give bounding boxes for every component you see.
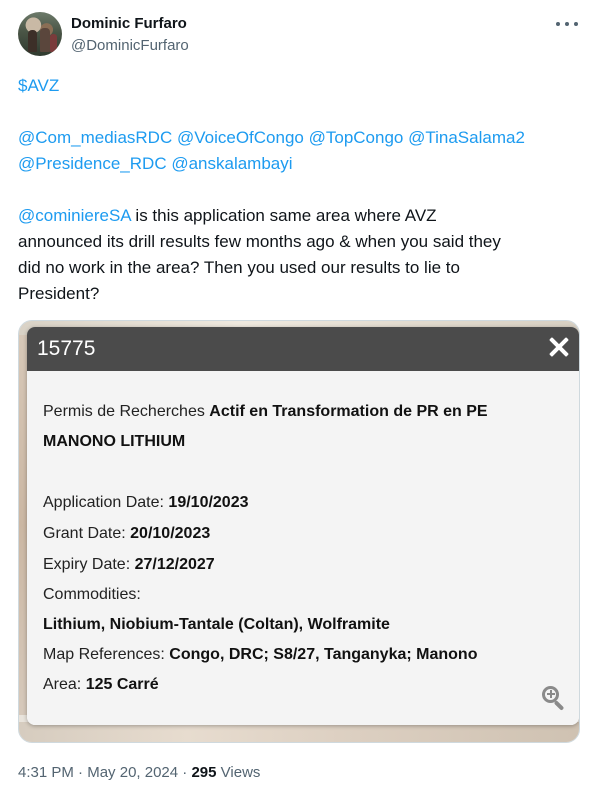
mention-link[interactable]: @VoiceOfCongo bbox=[177, 128, 304, 147]
company-row: MANONO LITHIUM bbox=[43, 433, 186, 450]
commodities-label: Commodities: bbox=[43, 586, 141, 603]
area-row: Area: 125 Carré bbox=[43, 676, 159, 693]
popup-content: Permis de Recherches Actif en Transforma… bbox=[27, 371, 579, 725]
tweet-metadata: 4:31 PM · May 20, 2024 · 295 Views bbox=[18, 764, 261, 781]
mention-link[interactable]: @cominiereSA bbox=[18, 206, 131, 225]
avatar[interactable] bbox=[18, 12, 62, 56]
author-handle[interactable]: @DominicFurfaro bbox=[71, 36, 189, 56]
more-options-icon[interactable] bbox=[556, 16, 578, 32]
tweet-date[interactable]: May 20, 2024 bbox=[87, 764, 178, 781]
mention-link[interactable]: @anskalambayi bbox=[171, 154, 292, 173]
permit-popup: 15775 Permis de Recherches Actif en Tran… bbox=[27, 327, 579, 725]
views-count: 295 bbox=[191, 764, 217, 781]
mention-link[interactable]: @Com_mediasRDC bbox=[18, 128, 172, 147]
popup-title-bar: 15775 bbox=[27, 327, 579, 371]
expiry-date-row: Expiry Date: 27/12/2027 bbox=[43, 556, 215, 573]
tweet-text-line: President? bbox=[18, 284, 100, 303]
mention-link[interactable]: @TinaSalama2 bbox=[408, 128, 525, 147]
popup-title: 15775 bbox=[37, 337, 96, 360]
zoom-in-icon[interactable] bbox=[541, 685, 567, 711]
close-icon[interactable] bbox=[545, 333, 573, 361]
tweet-text: $AVZ @Com_mediasRDC @VoiceOfCongo @TopCo… bbox=[18, 73, 580, 307]
tweet-time[interactable]: 4:31 PM bbox=[18, 764, 74, 781]
grant-date-row: Grant Date: 20/10/2023 bbox=[43, 525, 211, 542]
views-label: Views bbox=[216, 764, 261, 781]
commodities-row: Lithium, Niobium-Tantale (Coltan), Wolfr… bbox=[43, 616, 390, 633]
permit-type-row: Permis de Recherches Actif en Transforma… bbox=[43, 403, 488, 420]
mention-link[interactable]: @TopCongo bbox=[309, 128, 404, 147]
author-name[interactable]: Dominic Furfaro bbox=[71, 14, 187, 34]
cashtag-link[interactable]: $AVZ bbox=[18, 76, 59, 95]
map-references-row: Map References: Congo, DRC; S8/27, Tanga… bbox=[43, 646, 478, 663]
tweet-text-line: is this application same area where AVZ bbox=[130, 206, 437, 225]
tweet-text-line: announced its drill results few months a… bbox=[18, 232, 501, 251]
application-date-row: Application Date: 19/10/2023 bbox=[43, 494, 249, 511]
tweet-header: Dominic Furfaro @DominicFurfaro bbox=[18, 12, 580, 60]
mention-link[interactable]: @Presidence_RDC bbox=[18, 154, 167, 173]
tweet-image[interactable]: 15775 Permis de Recherches Actif en Tran… bbox=[18, 320, 580, 743]
tweet-text-line: did no work in the area? Then you used o… bbox=[18, 258, 460, 277]
map-background bbox=[19, 722, 579, 742]
